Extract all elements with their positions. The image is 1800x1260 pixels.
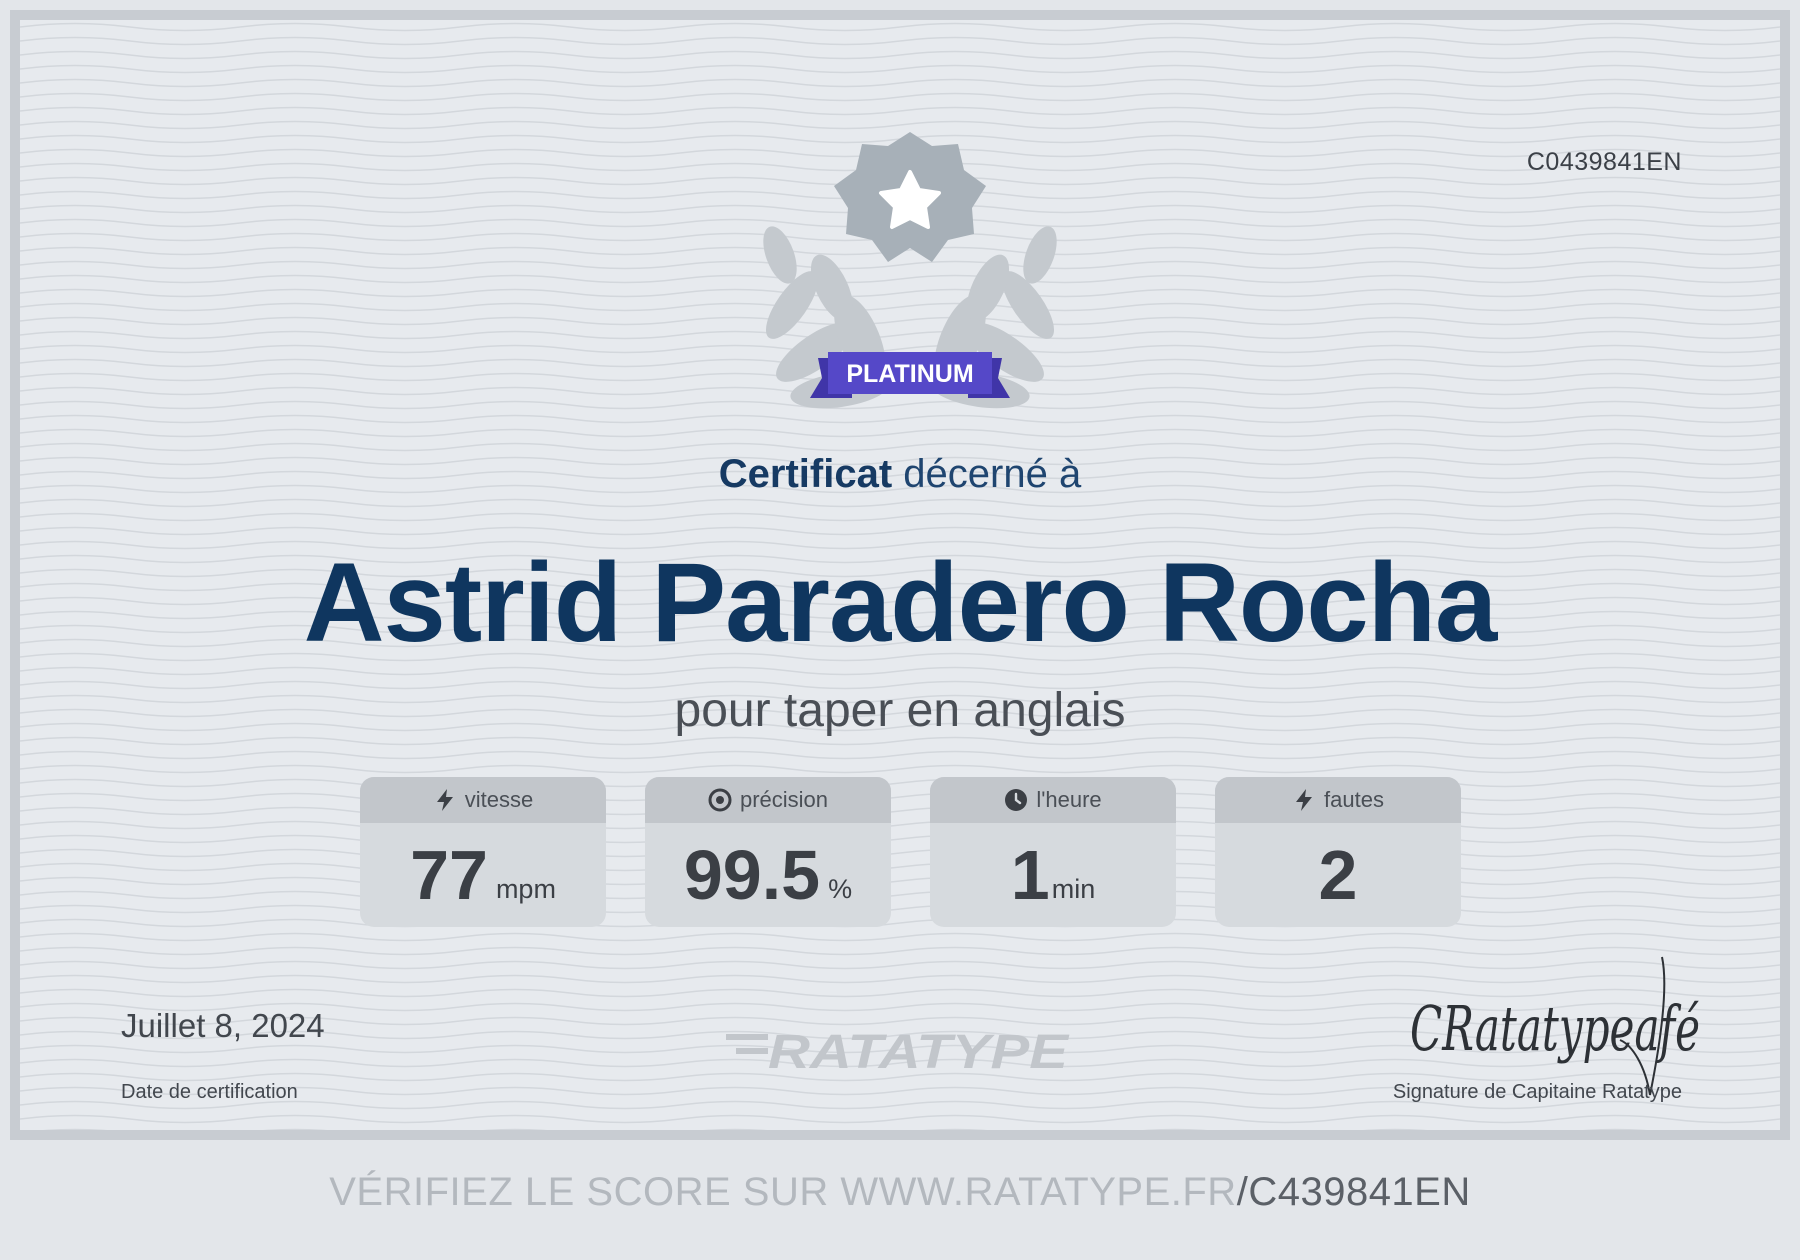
certificate-frame: C0439841EN PLATINUM Certificat décerné à… [10, 10, 1790, 1140]
platinum-emblem: PLATINUM [763, 132, 1057, 409]
stat-value: 99.5 [683, 836, 821, 914]
certificate-id: C0439841EN [1526, 148, 1682, 176]
certification-date-label: Date de certification [121, 1081, 298, 1103]
stat-unit: % [828, 874, 853, 904]
verify-code: /C439841EN [1236, 1170, 1471, 1214]
clock-icon [1005, 789, 1028, 811]
stat-accuracy: précision 99.5 % [645, 777, 891, 927]
stat-time-header: l'heure [930, 777, 1176, 823]
signature-label: Signature de Capitaine Ratatype [1392, 1081, 1682, 1103]
heading-rest: décerné à [903, 452, 1082, 496]
verify-score-line: VÉRIFIEZ LE SCORE SUR WWW.RATATYPE.FR/C4… [0, 1170, 1800, 1215]
stat-label: précision [739, 787, 829, 812]
stat-time: l'heure 1 min [930, 777, 1176, 927]
stat-label: vitesse [464, 787, 534, 812]
stat-unit: mpm [495, 874, 556, 904]
stat-unit: min [1051, 874, 1096, 904]
certificate-sheet: C0439841EN PLATINUM Certificat décerné à… [20, 20, 1780, 1130]
stat-label: fautes [1324, 787, 1384, 812]
stat-errors: fautes 2 [1215, 777, 1461, 927]
stat-errors-header: fautes [1215, 777, 1461, 823]
platinum-ribbon: PLATINUM [810, 352, 1010, 398]
stat-value: 1 [1010, 836, 1050, 914]
stat-value: 77 [410, 836, 488, 914]
certification-date: Juillet 8, 2024 [121, 1007, 325, 1044]
stat-accuracy-header: précision [645, 777, 891, 823]
verify-prefix: VÉRIFIEZ LE SCORE SUR WWW.RATATYPE.FR [329, 1170, 1237, 1214]
lightning-icon [436, 789, 453, 811]
svg-text:RATATYPE: RATATYPE [768, 1026, 1070, 1079]
recipient-name: Astrid Paradero Rocha [303, 540, 1498, 665]
stat-label: l'heure [1036, 787, 1102, 812]
lightning-icon [1296, 789, 1313, 811]
stat-speed-header: vitesse [360, 777, 606, 823]
certificate-heading: Certificat décerné à [20, 452, 1780, 497]
stat-value: 2 [1318, 836, 1358, 914]
badge-label: PLATINUM [846, 360, 973, 388]
target-icon [708, 788, 732, 812]
ratatype-logo: RATATYPE [726, 1026, 1070, 1079]
heading-bold: Certificat [718, 452, 893, 496]
star-rosette-icon [834, 132, 986, 262]
stat-speed: vitesse 77 mpm [360, 777, 606, 927]
certificate-subtitle: pour taper en anglais [674, 684, 1126, 737]
